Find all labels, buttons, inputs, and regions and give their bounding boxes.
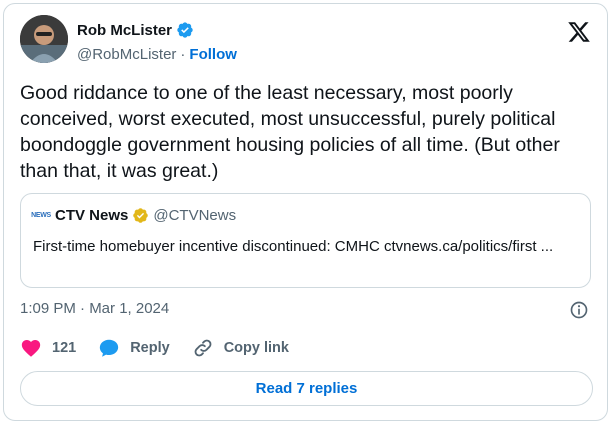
quote-author-name: CTV News	[55, 207, 129, 224]
verified-icon	[176, 21, 194, 39]
quoted-tweet[interactable]: NEWS CTV News @CTVNews First-time homebu…	[20, 193, 591, 288]
author-name[interactable]: Rob McLister	[77, 22, 172, 39]
heart-icon	[21, 340, 41, 357]
x-logo-icon[interactable]	[567, 20, 591, 44]
info-icon[interactable]	[569, 300, 589, 320]
read-replies-button[interactable]: Read 7 replies	[20, 371, 593, 406]
reply-button[interactable]: Reply	[98, 337, 170, 359]
link-icon	[194, 339, 212, 357]
gold-check-icon	[132, 207, 149, 224]
like-button[interactable]: 121	[20, 337, 76, 359]
quote-text: First-time homebuyer incentive discontin…	[33, 238, 554, 255]
ctv-news-logo: NEWS	[31, 212, 51, 219]
reply-icon	[100, 339, 119, 357]
avatar[interactable]	[20, 15, 68, 63]
follow-button[interactable]: Follow	[189, 46, 237, 63]
tweet-text: Good riddance to one of the least necess…	[20, 82, 560, 182]
copy-link-label: Copy link	[223, 340, 289, 356]
reply-label: Reply	[130, 340, 170, 356]
tweet-timestamp[interactable]: 1:09 PM · Mar 1, 2024	[20, 300, 169, 317]
separator: ·	[180, 46, 186, 63]
author-handle[interactable]: @RobMcLister	[77, 46, 176, 63]
copy-link-button[interactable]: Copy link	[192, 337, 289, 359]
tweet-card: Rob McLister @RobMcLister · Follow Good …	[3, 3, 608, 421]
quote-author-handle: @CTVNews	[153, 207, 237, 224]
like-count: 121	[52, 340, 77, 356]
